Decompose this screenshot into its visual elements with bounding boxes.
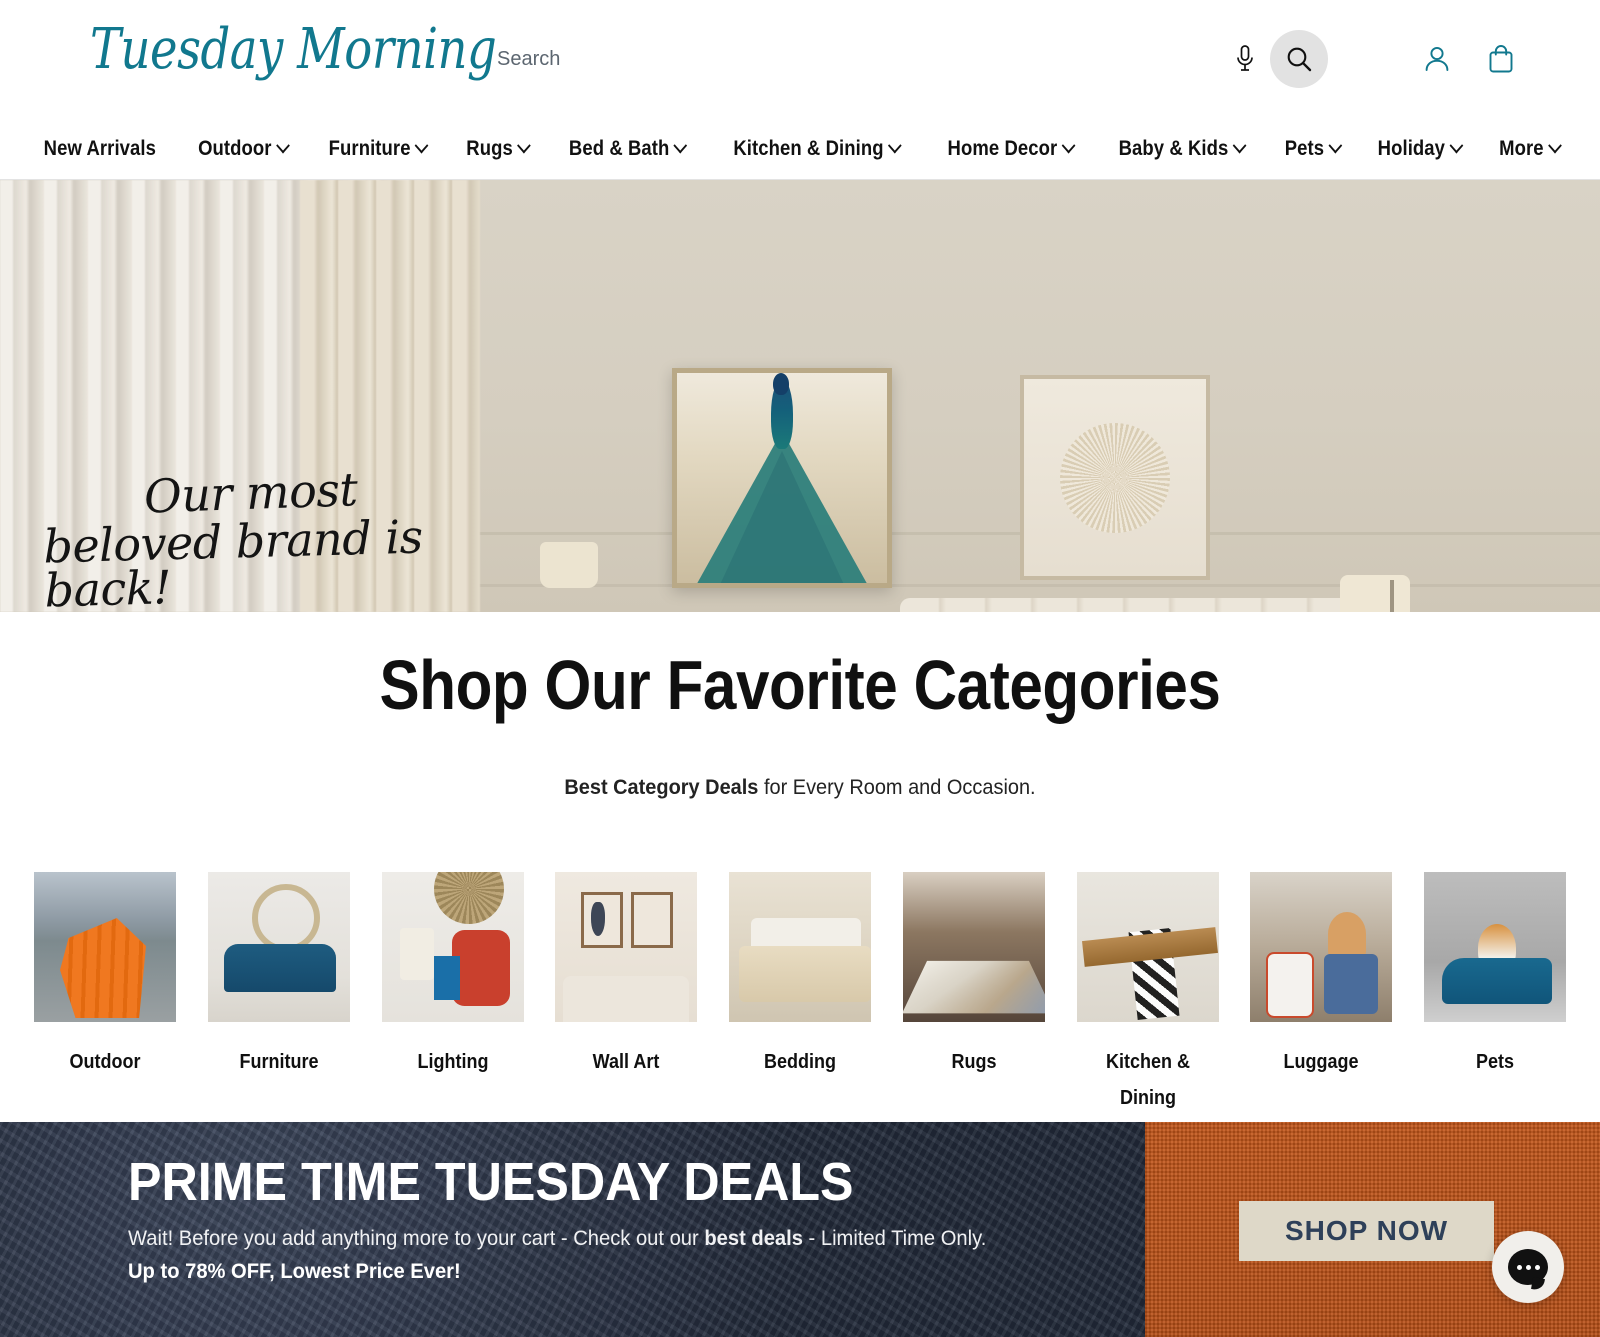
chat-bubble-icon xyxy=(1508,1249,1548,1285)
category-grid: Outdoor Furniture Lighting Wall Art Bedding R… xyxy=(0,872,1600,1116)
category-image-abstract-area-rug-in-room[interactable] xyxy=(902,872,1045,1022)
chevron-down-icon xyxy=(1061,137,1075,154)
promo-subline-a: Wait! Before you add anything more to yo… xyxy=(128,1226,705,1250)
category-image-blue-sofa-living-room[interactable] xyxy=(207,872,350,1022)
page-title: Shop Our Favorite Categories xyxy=(379,646,1221,724)
categories-section: Shop Our Favorite Categories Best Catego… xyxy=(0,612,1600,1116)
category-image-detail xyxy=(1478,924,1516,972)
nav-item-kitchen-dining[interactable]: Kitchen & Dining xyxy=(732,136,901,161)
promo-banner-left: PRIME TIME TUESDAY DEALS Wait! Before yo… xyxy=(0,1122,1145,1337)
search-input[interactable] xyxy=(470,36,1230,82)
shopping-bag-icon[interactable] xyxy=(1474,30,1528,88)
category-image-beige-bed-with-blanket[interactable] xyxy=(729,872,871,1022)
site-logo[interactable]: Tuesday Morning xyxy=(90,17,497,82)
category-image-orange-adirondack-chair-by-lake[interactable] xyxy=(34,872,176,1022)
category-card-lighting[interactable]: Lighting xyxy=(381,872,524,1116)
chevron-down-icon xyxy=(887,137,901,154)
category-image-detail xyxy=(1324,954,1379,1014)
promo-headline: PRIME TIME TUESDAY DEALS xyxy=(128,1152,854,1212)
nav-item-label: Rugs xyxy=(465,136,513,160)
nav-item-label: New Arrivals xyxy=(43,136,156,160)
nav-item-more[interactable]: More xyxy=(1499,136,1562,161)
category-card-pets[interactable]: Pets xyxy=(1424,872,1566,1116)
search-bar[interactable] xyxy=(470,36,1230,82)
promo-text-block: PRIME TIME TUESDAY DEALS Wait! Before yo… xyxy=(128,1154,1022,1284)
category-card-luggage[interactable]: Luggage xyxy=(1250,872,1393,1116)
shop-now-button[interactable]: SHOP NOW xyxy=(1238,1200,1495,1261)
chevron-down-icon xyxy=(516,137,531,154)
nav-item-new-arrivals[interactable]: New Arrivals xyxy=(44,137,156,161)
account-icon[interactable] xyxy=(1410,30,1464,88)
category-label: Pets xyxy=(1475,1051,1515,1073)
page-root: Tuesday Morning Search New Arrivals Outd… xyxy=(0,0,1600,1337)
nav-item-label: Bed & Bath xyxy=(568,136,670,160)
nav-item-label: Furniture xyxy=(328,136,411,160)
nav-item-baby-kids[interactable]: Baby & Kids xyxy=(1118,136,1247,161)
nav-item-rugs[interactable]: Rugs xyxy=(465,136,531,161)
promo-subline-bold: best deals xyxy=(704,1226,803,1250)
promo-subline-b: - Limited Time Only. xyxy=(802,1226,987,1250)
category-image-detail xyxy=(563,976,690,1022)
category-card-bedding[interactable]: Bedding xyxy=(729,872,871,1116)
header-icon-group xyxy=(1224,30,1528,88)
nav-item-bed-bath[interactable]: Bed & Bath xyxy=(568,136,688,161)
category-image-wood-dining-table-with-runner[interactable] xyxy=(1076,872,1219,1022)
nav-item-label: Holiday xyxy=(1377,136,1446,160)
nav-item-home-decor[interactable]: Home Decor xyxy=(947,136,1075,161)
microphone-icon[interactable] xyxy=(1224,30,1266,88)
nav-item-label: More xyxy=(1499,136,1544,160)
categories-subtitle-rest: for Every Room and Occasion. xyxy=(758,776,1036,799)
categories-subtitle-bold: Best Category Deals xyxy=(564,776,759,799)
nav-item-label: Pets xyxy=(1284,136,1325,160)
category-label: Luggage xyxy=(1283,1051,1359,1073)
category-label: Furniture xyxy=(239,1051,319,1073)
category-card-kitchen-dining[interactable]: Kitchen & Dining xyxy=(1076,872,1219,1116)
category-image-detail xyxy=(641,902,656,936)
nav-item-holiday[interactable]: Holiday xyxy=(1377,136,1464,161)
category-label: Bedding xyxy=(764,1051,836,1073)
nav-item-label: Kitchen & Dining xyxy=(732,136,884,160)
chevron-down-icon xyxy=(1548,137,1562,154)
site-header: Tuesday Morning xyxy=(0,0,1600,118)
category-image-woman-with-white-suitcase[interactable] xyxy=(1250,872,1393,1022)
nav-item-label: Outdoor xyxy=(198,136,272,160)
nav-item-pets[interactable]: Pets xyxy=(1284,136,1343,161)
chevron-down-icon xyxy=(1449,137,1464,154)
chevron-down-icon xyxy=(275,137,290,154)
hero-carousel[interactable]: Our most beloved brand is back! SHOP NOW xyxy=(0,180,1600,612)
nav-item-label: Baby & Kids xyxy=(1118,136,1229,160)
chat-widget-button[interactable] xyxy=(1492,1231,1564,1303)
categories-subtitle: Best Category Deals for Every Room and O… xyxy=(40,776,1560,800)
search-icon[interactable] xyxy=(1270,30,1328,88)
category-label: Lighting xyxy=(417,1051,488,1073)
promo-banner-right: SHOP NOW xyxy=(1145,1122,1600,1337)
category-label: Rugs xyxy=(951,1051,997,1073)
nav-item-furniture[interactable]: Furniture xyxy=(328,136,429,161)
category-image-detail xyxy=(1128,928,1179,1020)
hero-headline: Our most beloved brand is back! xyxy=(43,462,464,612)
category-image-corgi-on-teal-pet-sofa[interactable] xyxy=(1424,872,1566,1022)
main-navigation: New Arrivals Outdoor Furniture Rugs Bed & Ba… xyxy=(0,118,1600,180)
category-image-detail xyxy=(591,902,606,936)
promo-banner[interactable]: PRIME TIME TUESDAY DEALS Wait! Before yo… xyxy=(0,1122,1600,1337)
chevron-down-icon xyxy=(414,137,429,154)
category-label: Kitchen & Dining xyxy=(1105,1051,1190,1109)
category-label: Outdoor xyxy=(69,1051,141,1073)
chevron-down-icon xyxy=(1328,137,1343,154)
chevron-down-icon xyxy=(673,137,688,154)
nav-item-outdoor[interactable]: Outdoor xyxy=(198,136,290,161)
hero-caption: Our most beloved brand is back! SHOP NOW xyxy=(43,462,464,612)
hero-headline-line2: beloved brand is back! xyxy=(42,509,424,612)
category-card-furniture[interactable]: Furniture xyxy=(207,872,350,1116)
category-card-rugs[interactable]: Rugs xyxy=(902,872,1045,1116)
nav-item-label: Home Decor xyxy=(947,136,1058,160)
promo-discount-line: Up to 78% OFF, Lowest Price Ever! xyxy=(128,1259,461,1283)
chevron-down-icon xyxy=(1232,137,1247,154)
promo-subline: Wait! Before you add anything more to yo… xyxy=(128,1227,986,1251)
category-card-outdoor[interactable]: Outdoor xyxy=(34,872,176,1116)
category-image-blue-table-lamp-red-chair[interactable] xyxy=(381,872,524,1022)
category-card-wall-art[interactable]: Wall Art xyxy=(555,872,698,1116)
category-label: Wall Art xyxy=(592,1051,660,1073)
category-image-botanical-framed-prints-above-sofa[interactable] xyxy=(555,872,698,1022)
